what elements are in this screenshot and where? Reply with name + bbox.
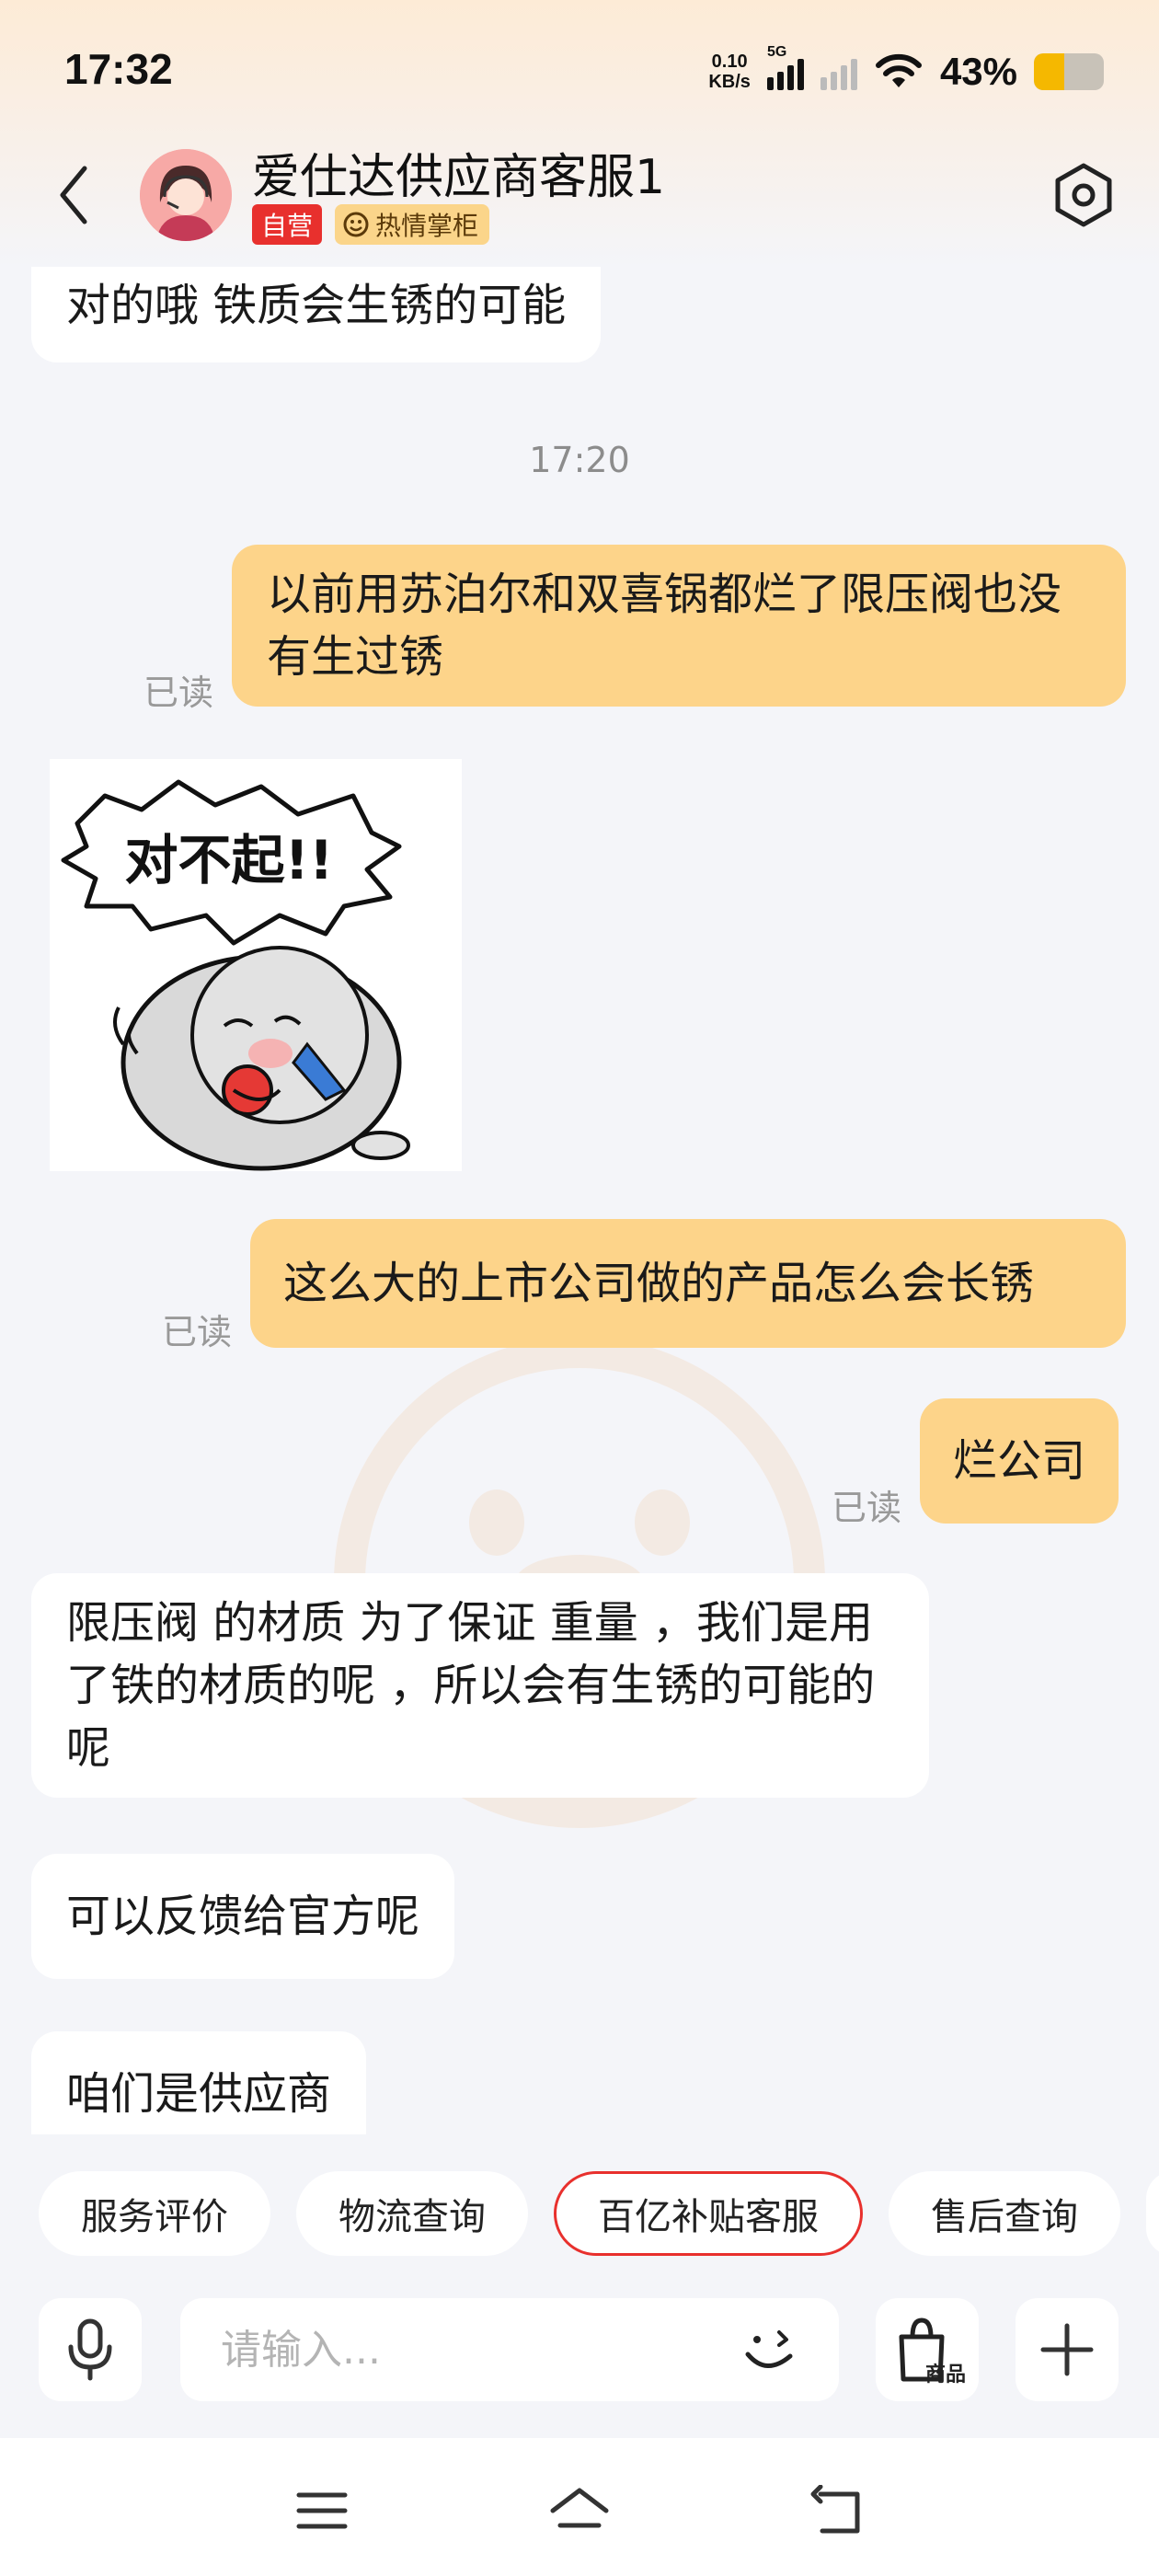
input-bar: 商品 [0, 2291, 1159, 2401]
menu-button[interactable] [285, 2478, 359, 2543]
settings-icon [1055, 163, 1112, 227]
quick-reply-subsidy-service[interactable]: 百亿补贴客服 [554, 2171, 863, 2256]
quick-reply-logistics[interactable]: 物流查询 [296, 2171, 528, 2256]
shop-name[interactable]: 爱仕达供应商客服1 [252, 138, 665, 207]
quick-reply-service-rating[interactable]: 服务评价 [39, 2171, 270, 2256]
message-text: 可以反馈给官方呢 [66, 1891, 420, 1942]
sticker-message[interactable]: 对不起!! [50, 759, 462, 1171]
battery-fill [1034, 53, 1064, 90]
message-text: 咱们是供应商 [66, 2068, 332, 2120]
chat-header: 爱仕达供应商客服1 自营 热情掌柜 [0, 138, 1159, 258]
message-input[interactable] [221, 2317, 699, 2383]
shopping-bag-icon: 商品 [899, 2317, 966, 2386]
battery-icon [1034, 53, 1104, 90]
chevron-left-icon [60, 166, 87, 224]
read-receipt: 已读 [162, 1312, 233, 1352]
network-speed-unit: KB/s [708, 72, 751, 92]
message-input-box[interactable] [180, 2298, 839, 2401]
status-time: 17:32 [64, 45, 173, 93]
message-text: 限压阀 的材质 为了保证 重量 ，我们是用了铁的材质的呢 ，所以会有生锈的可能的… [66, 1597, 876, 1774]
system-navigation-bar [0, 2438, 1159, 2576]
message-bubble-incoming[interactable]: 可以反馈给官方呢 [31, 1854, 455, 1979]
message-bubble-incoming[interactable]: 限压阀 的材质 为了保证 重量 ，我们是用了铁的材质的呢 ，所以会有生锈的可能的… [31, 1573, 929, 1798]
quick-reply-bar: 服务评价 物流查询 百亿补贴客服 售后查询 [0, 2171, 1159, 2260]
network-type: 5G [766, 44, 787, 60]
avatar[interactable] [140, 149, 232, 241]
message-text: 对的哦 铁质会生锈的可能 [66, 280, 567, 331]
keeper-badge: 热情掌柜 [335, 204, 490, 245]
menu-icon [296, 2492, 348, 2529]
message-text: 这么大的上市公司做的产品怎么会长锈 [283, 1258, 1035, 1309]
goods-button[interactable]: 商品 [876, 2298, 979, 2401]
emoji-button[interactable] [736, 2317, 802, 2383]
smile-icon [343, 212, 369, 237]
more-actions-button[interactable] [1016, 2298, 1119, 2401]
voice-input-button[interactable] [39, 2298, 142, 2401]
network-speed: 0.10 KB/s [708, 52, 751, 92]
message-timestamp: 17:20 [529, 440, 630, 480]
home-button[interactable] [543, 2478, 616, 2543]
back-nav-button[interactable] [800, 2478, 874, 2543]
network-speed-value: 0.10 [711, 52, 748, 72]
shop-badges: 自营 热情掌柜 [252, 204, 490, 245]
message-bubble-outgoing[interactable]: 这么大的上市公司做的产品怎么会长锈 [250, 1219, 1126, 1348]
chat-message-list[interactable]: 对的哦 铁质会生锈的可能 17:20 已读 以前用苏泊尔和双喜锅都烂了限压阀也没… [0, 267, 1159, 2134]
message-bubble-incoming[interactable]: 咱们是供应商 [31, 2031, 367, 2134]
keeper-badge-label: 热情掌柜 [375, 211, 479, 241]
mic-icon [68, 2318, 112, 2381]
self-operated-badge: 自营 [252, 204, 323, 245]
status-indicators: 0.10 KB/s 5G 43% [708, 44, 1104, 99]
emoji-icon [745, 2330, 793, 2368]
goods-label: 商品 [925, 2363, 966, 2386]
battery-percent: 43% [939, 50, 1017, 93]
agent-avatar-icon [140, 149, 232, 241]
status-bar: 17:32 0.10 KB/s 5G 43% [0, 0, 1159, 138]
message-bubble-incoming[interactable]: 对的哦 铁质会生锈的可能 [31, 267, 602, 362]
home-icon [550, 2488, 609, 2528]
message-bubble-outgoing[interactable]: 以前用苏泊尔和双喜锅都烂了限压阀也没有生过锈 [232, 545, 1126, 707]
back-nav-icon [810, 2485, 860, 2534]
message-text: 以前用苏泊尔和双喜锅都烂了限压阀也没有生过锈 [267, 569, 1062, 683]
message-text: 烂公司 [953, 1435, 1086, 1487]
wifi-icon [874, 51, 924, 93]
quick-reply-more[interactable] [1146, 2171, 1159, 2256]
sticker-text: 对不起!! [125, 829, 334, 891]
settings-button[interactable] [1045, 156, 1122, 234]
quick-reply-after-sales[interactable]: 售后查询 [889, 2171, 1120, 2256]
plus-icon [1040, 2323, 1094, 2376]
read-receipt: 已读 [832, 1488, 902, 1528]
back-button[interactable] [46, 158, 101, 232]
message-bubble-outgoing[interactable]: 烂公司 [920, 1398, 1119, 1524]
read-receipt: 已读 [143, 673, 214, 713]
signal-secondary-icon [820, 53, 857, 90]
apology-sticker-image: 对不起!! [61, 779, 410, 1171]
signal-icon: 5G [766, 44, 804, 90]
